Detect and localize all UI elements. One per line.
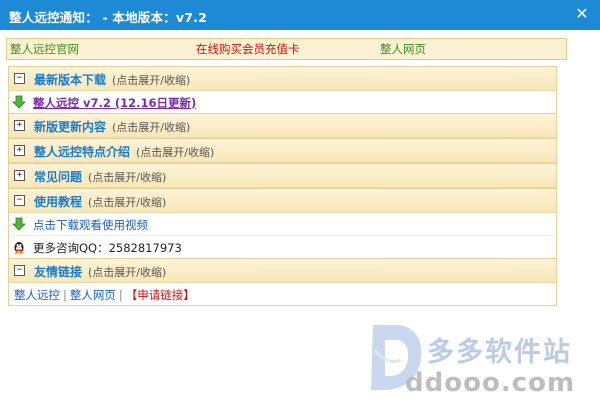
section-faq-title: 常见问题: [34, 170, 83, 184]
section-features-hint: (点击展开/收缩): [136, 146, 215, 159]
sections-list: − 最新版本下载 (点击展开/收缩) 整人远控 v7.2 (12.16日更新) +…: [8, 66, 557, 306]
section-latest-title: 最新版本下载: [34, 73, 107, 87]
section-tutorial-hint: (点击展开/收缩): [88, 196, 167, 209]
official-site-link[interactable]: 整人远控官网: [10, 41, 79, 57]
section-faq-hint: (点击展开/收缩): [88, 171, 167, 184]
download-row: 整人远控 v7.2 (12.16日更新): [9, 91, 556, 113]
section-friends: − 友情链接 (点击展开/收缩) 整人远控 | 整人网页 | 【申请链接】: [8, 258, 557, 306]
expand-toggle-icon[interactable]: +: [14, 170, 25, 181]
watermark-text-cn: 多多软件站: [427, 337, 572, 368]
download-link[interactable]: 整人远控 v7.2 (12.16日更新): [33, 95, 196, 111]
buy-card-link[interactable]: 在线购买会员充值卡: [196, 41, 300, 57]
qq-row: 更多咨询QQ：2582817973: [9, 236, 556, 258]
friend-link-webpage[interactable]: 整人网页: [70, 288, 116, 302]
green-down-arrow-icon: [12, 95, 26, 109]
link-separator: |: [118, 288, 123, 302]
expand-toggle-icon[interactable]: +: [14, 145, 25, 156]
section-tutorial-header[interactable]: − 使用教程 (点击展开/收缩): [9, 189, 556, 213]
section-features-header[interactable]: + 整人远控特点介绍 (点击展开/收缩): [9, 139, 556, 163]
section-latest-hint: (点击展开/收缩): [112, 74, 191, 87]
video-row: 点击下载观看使用视频: [9, 213, 556, 236]
video-download-link[interactable]: 点击下载观看使用视频: [33, 217, 148, 233]
web-page-link[interactable]: 整人网页: [380, 41, 426, 57]
section-faq-header[interactable]: + 常见问题 (点击展开/收缩): [9, 164, 556, 188]
watermark-text-en: ddooo.com: [405, 368, 576, 398]
section-faq: + 常见问题 (点击展开/收缩): [8, 163, 557, 188]
section-friends-header[interactable]: − 友情链接 (点击展开/收缩): [9, 259, 556, 283]
section-tutorial: − 使用教程 (点击展开/收缩) 点击下载观看使用视频 更多咨询QQ：258281…: [8, 188, 557, 258]
window-titlebar: 整人远控通知： - 本地版本：v7.2 ✕: [0, 0, 600, 30]
friend-links-row: 整人远控 | 整人网页 | 【申请链接】: [9, 283, 556, 305]
window-title: 整人远控通知： - 本地版本：v7.2: [9, 10, 207, 25]
section-friends-hint: (点击展开/收缩): [88, 266, 167, 279]
section-updates-hint: (点击展开/收缩): [112, 121, 191, 134]
section-updates: + 新版更新内容 (点击展开/收缩): [8, 113, 557, 138]
section-tutorial-title: 使用教程: [34, 195, 83, 209]
watermark: 多多软件站 ddooo.com: [365, 320, 595, 400]
section-updates-header[interactable]: + 新版更新内容 (点击展开/收缩): [9, 114, 556, 138]
friend-link-remote[interactable]: 整人远控: [14, 288, 60, 302]
top-link-bar: 整人远控官网 在线购买会员充值卡 整人网页: [6, 38, 567, 60]
apply-link-button[interactable]: 【申请链接】: [126, 288, 195, 302]
link-separator: |: [63, 288, 67, 302]
section-latest-header[interactable]: − 最新版本下载 (点击展开/收缩): [9, 67, 556, 91]
section-latest: − 最新版本下载 (点击展开/收缩) 整人远控 v7.2 (12.16日更新): [8, 66, 557, 113]
qq-penguin-icon: [14, 242, 24, 254]
green-down-arrow-icon: [12, 217, 26, 231]
section-updates-title: 新版更新内容: [34, 120, 107, 134]
expand-toggle-icon[interactable]: +: [14, 120, 25, 131]
collapse-toggle-icon[interactable]: −: [14, 265, 25, 276]
section-features: + 整人远控特点介绍 (点击展开/收缩): [8, 138, 557, 163]
collapse-toggle-icon[interactable]: −: [14, 195, 25, 206]
section-features-title: 整人远控特点介绍: [34, 145, 131, 159]
qq-contact-text: 更多咨询QQ：2582817973: [33, 241, 182, 255]
collapse-toggle-icon[interactable]: −: [14, 73, 25, 84]
close-icon[interactable]: ✕: [572, 4, 592, 24]
section-friends-title: 友情链接: [34, 265, 83, 279]
